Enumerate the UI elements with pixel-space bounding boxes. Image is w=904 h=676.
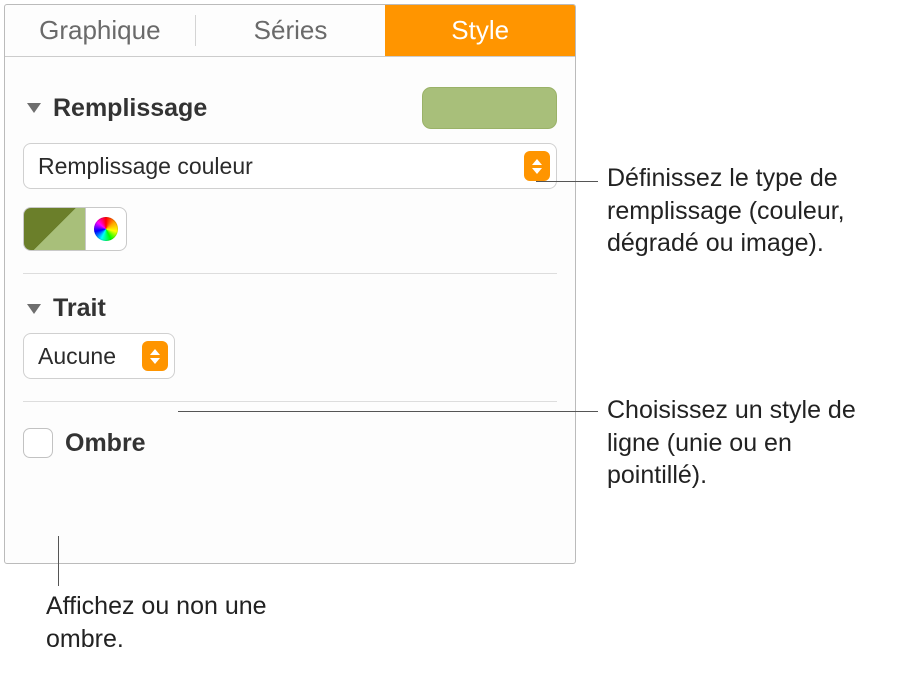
color-wheel-button[interactable] <box>85 207 127 251</box>
section-header-fill[interactable]: Remplissage <box>23 67 557 143</box>
section-header-stroke[interactable]: Trait <box>23 274 557 333</box>
section-title-stroke: Trait <box>53 294 106 323</box>
fill-type-popup[interactable]: Remplissage couleur <box>23 143 557 189</box>
tab-bar: Graphique Séries Style <box>5 5 575 57</box>
panel-body: Remplissage Remplissage couleur <box>5 57 575 458</box>
section-title-fill: Remplissage <box>53 94 207 123</box>
callout-line: Choisissez un style de ligne (unie ou en… <box>607 394 887 492</box>
disclosure-triangle-icon <box>27 304 41 314</box>
color-wheel-icon <box>94 217 118 241</box>
callout-shadow: Affichez ou non une ombre. <box>46 590 306 655</box>
popup-stepper-icon <box>142 341 168 371</box>
popup-stepper-icon <box>524 151 550 181</box>
inspector-panel: Graphique Séries Style Remplissage Rempl… <box>4 4 576 564</box>
leader-line <box>536 181 598 182</box>
tab-label: Style <box>451 15 509 46</box>
callout-fill: Définissez le type de remplissage (coule… <box>607 162 887 260</box>
disclosure-triangle-icon <box>27 103 41 113</box>
shadow-checkbox[interactable] <box>23 428 53 458</box>
fill-color-well[interactable] <box>23 207 85 251</box>
popup-label: Remplissage couleur <box>38 153 524 180</box>
fill-color-swatch[interactable] <box>422 87 557 129</box>
tab-label: Graphique <box>39 15 160 46</box>
color-picker-row <box>23 207 557 251</box>
leader-line <box>178 411 598 412</box>
stroke-style-popup[interactable]: Aucune <box>23 333 175 379</box>
tab-series[interactable]: Séries <box>196 5 386 56</box>
popup-label: Aucune <box>38 343 142 370</box>
section-fill: Remplissage Remplissage couleur <box>23 67 557 274</box>
leader-line <box>58 536 59 586</box>
tab-label: Séries <box>254 15 328 46</box>
shadow-label: Ombre <box>65 429 146 458</box>
tab-style[interactable]: Style <box>385 5 575 56</box>
tab-graphique[interactable]: Graphique <box>5 5 195 56</box>
section-stroke: Trait Aucune <box>23 274 557 402</box>
